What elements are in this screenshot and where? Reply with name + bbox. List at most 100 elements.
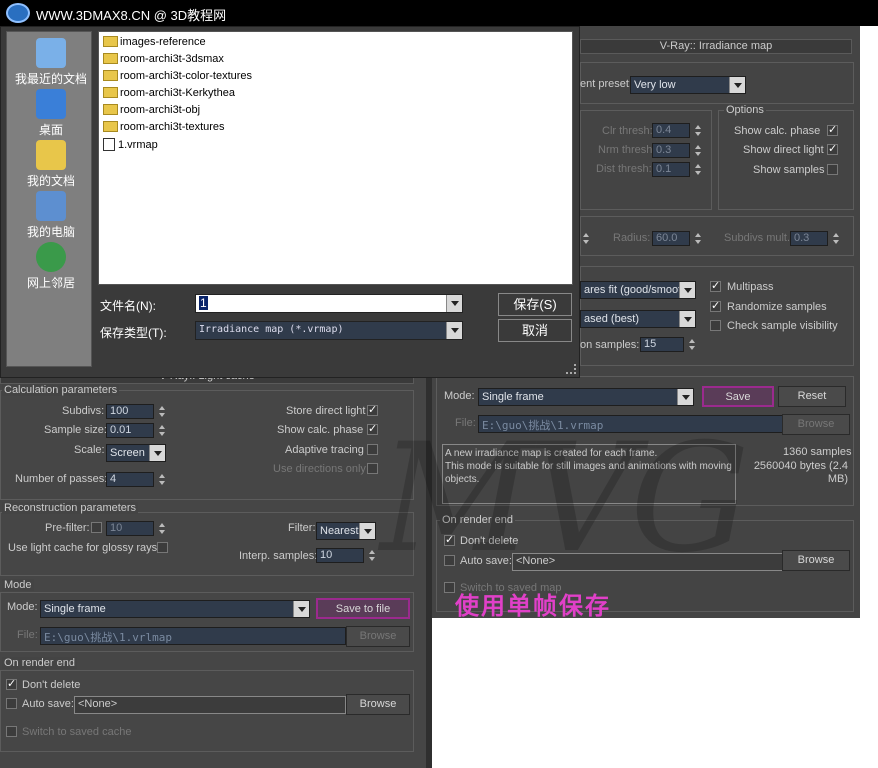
chevron-down-icon[interactable] <box>446 295 462 312</box>
lc-browse-autosave-button[interactable]: Browse <box>346 694 410 715</box>
show-calc-phase-checkbox[interactable] <box>827 123 838 136</box>
sample-size-input[interactable]: 0.01 <box>106 423 154 438</box>
scrollbar-track[interactable] <box>426 366 432 768</box>
folder-icon <box>103 87 118 98</box>
subdivs-mult-input[interactable]: 0.3 <box>790 231 828 246</box>
auto-save-checkbox[interactable] <box>444 555 455 566</box>
browse-autosave-button[interactable]: Browse <box>782 550 850 571</box>
chevron-down-icon[interactable] <box>446 322 462 339</box>
lookup-type-dropdown[interactable]: ased (best) <box>580 310 696 328</box>
glossy-checkbox[interactable] <box>157 542 168 553</box>
place-recent[interactable]: 我最近的文档 <box>7 38 95 87</box>
dist-thresh-label: Dist thresh: <box>596 163 652 175</box>
preset-dropdown[interactable]: Very low <box>630 76 746 94</box>
passes-spinner[interactable] <box>158 472 166 487</box>
subdivs-spinner[interactable] <box>158 404 166 419</box>
radius-spinner[interactable] <box>694 231 702 246</box>
passes-input[interactable]: 4 <box>106 472 154 487</box>
lc-switch-saved-checkbox[interactable] <box>6 726 17 737</box>
lc-auto-save-checkbox[interactable] <box>6 698 17 709</box>
interp-spinner[interactable] <box>368 548 376 563</box>
prefilter-input[interactable]: 10 <box>106 521 154 536</box>
dialog-cancel-button[interactable]: 取消 <box>498 319 572 342</box>
lc-browse-button[interactable]: Browse <box>346 626 410 647</box>
file-item-vrmap[interactable]: 1.vrmap <box>103 138 158 154</box>
save-irradiance-button[interactable]: Save <box>702 386 774 407</box>
calc-samples-input[interactable]: 15 <box>640 337 684 352</box>
clr-thresh-input[interactable]: 0.4 <box>652 123 690 138</box>
detail-spinner[interactable] <box>582 231 590 246</box>
use-directions-checkbox[interactable] <box>367 463 378 474</box>
chevron-down-icon <box>729 77 745 93</box>
filter-dropdown[interactable]: Nearest <box>316 522 376 540</box>
save-to-file-button[interactable]: Save to file <box>316 598 410 619</box>
lc-auto-save-field[interactable]: <None> <box>74 696 346 714</box>
file-path-field[interactable]: E:\guo\挑战\1.vrmap <box>478 415 784 433</box>
randomize-label: Randomize samples <box>727 301 827 313</box>
file-item-folder[interactable]: room-archi3t-Kerkythea <box>103 87 235 103</box>
sample-size-spinner[interactable] <box>158 423 166 438</box>
calc-samples-spinner[interactable] <box>688 337 696 352</box>
description-line-1: A new irradiance map is created for each… <box>445 448 658 459</box>
subdivs-mult-spinner[interactable] <box>832 231 840 246</box>
desktop-icon <box>36 89 66 119</box>
browse-button[interactable]: Browse <box>782 414 850 435</box>
interp-type-dropdown[interactable]: ares fit (good/smooth <box>580 281 696 299</box>
reset-button[interactable]: Reset <box>778 386 846 407</box>
file-item-folder[interactable]: room-archi3t-3dsmax <box>103 53 224 69</box>
chevron-down-icon <box>679 282 695 298</box>
lc-file-path-field[interactable]: E:\guo\挑战\1.vrlmap <box>40 627 346 645</box>
description-box: A new irradiance map is created for each… <box>442 444 736 504</box>
place-my-computer[interactable]: 我的电脑 <box>7 191 95 240</box>
file-item-folder[interactable]: room-archi3t-textures <box>103 121 225 137</box>
show-samples-checkbox[interactable] <box>827 164 838 175</box>
multipass-label: Multipass <box>727 281 774 293</box>
file-item-folder[interactable]: room-archi3t-obj <box>103 104 200 120</box>
lc-switch-saved-label: Switch to saved cache <box>22 726 132 738</box>
lc-dont-delete-label: Don't delete <box>22 679 81 691</box>
places-bar: 我最近的文档 桌面 我的文档 我的电脑 网上邻居 <box>6 31 92 367</box>
my-documents-icon <box>36 140 66 170</box>
interp-input[interactable]: 10 <box>316 548 364 563</box>
lc-mode-title: Mode <box>2 579 34 591</box>
chevron-down-icon <box>149 445 165 461</box>
show-calc-checkbox[interactable] <box>367 422 378 435</box>
place-network[interactable]: 网上邻居 <box>7 242 95 291</box>
place-desktop[interactable]: 桌面 <box>7 89 95 138</box>
dont-delete-label: Don't delete <box>460 535 519 547</box>
auto-save-field[interactable]: <None> <box>512 553 784 571</box>
dialog-save-button[interactable]: 保存(S) <box>498 293 572 316</box>
dont-delete-checkbox[interactable] <box>444 533 455 546</box>
store-direct-checkbox[interactable] <box>367 403 378 416</box>
randomize-checkbox[interactable] <box>710 299 721 312</box>
file-item-folder[interactable]: room-archi3t-color-textures <box>103 70 252 86</box>
lc-mode-dropdown[interactable]: Single frame <box>40 600 310 618</box>
scale-dropdown[interactable]: Screen <box>106 444 166 462</box>
filter-label: Filter: <box>288 522 316 534</box>
place-my-documents[interactable]: 我的文档 <box>7 140 95 189</box>
file-list[interactable]: images-reference room-archi3t-3dsmax roo… <box>98 31 573 285</box>
show-direct-light-checkbox[interactable] <box>827 142 838 155</box>
filetype-select[interactable]: Irradiance map (*.vrmap) <box>195 321 463 340</box>
mode-dropdown[interactable]: Single frame <box>478 388 694 406</box>
switch-saved-checkbox[interactable] <box>444 582 455 593</box>
adaptive-checkbox[interactable] <box>367 444 378 455</box>
nrm-thresh-input[interactable]: 0.3 <box>652 143 690 158</box>
nrm-thresh-spinner[interactable] <box>694 143 702 158</box>
radius-input[interactable]: 60.0 <box>652 231 690 246</box>
interp-label: Interp. samples: <box>239 550 318 562</box>
subdivs-input[interactable]: 100 <box>106 404 154 419</box>
prefilter-checkbox[interactable] <box>91 522 102 533</box>
prefilter-spinner[interactable] <box>158 521 166 536</box>
filename-input[interactable]: 1 <box>195 294 463 313</box>
resize-grip-icon[interactable] <box>566 364 576 374</box>
subdivs-label: Subdivs: <box>62 405 105 417</box>
clr-thresh-spinner[interactable] <box>694 123 702 138</box>
irradiance-rollout-title[interactable]: V-Ray:: Irradiance map <box>580 39 852 54</box>
file-item-folder[interactable]: images-reference <box>103 36 206 52</box>
check-visibility-checkbox[interactable] <box>710 320 721 331</box>
multipass-checkbox[interactable] <box>710 279 721 292</box>
lc-dont-delete-checkbox[interactable] <box>6 677 17 690</box>
dist-thresh-input[interactable]: 0.1 <box>652 162 690 177</box>
dist-thresh-spinner[interactable] <box>694 162 702 177</box>
